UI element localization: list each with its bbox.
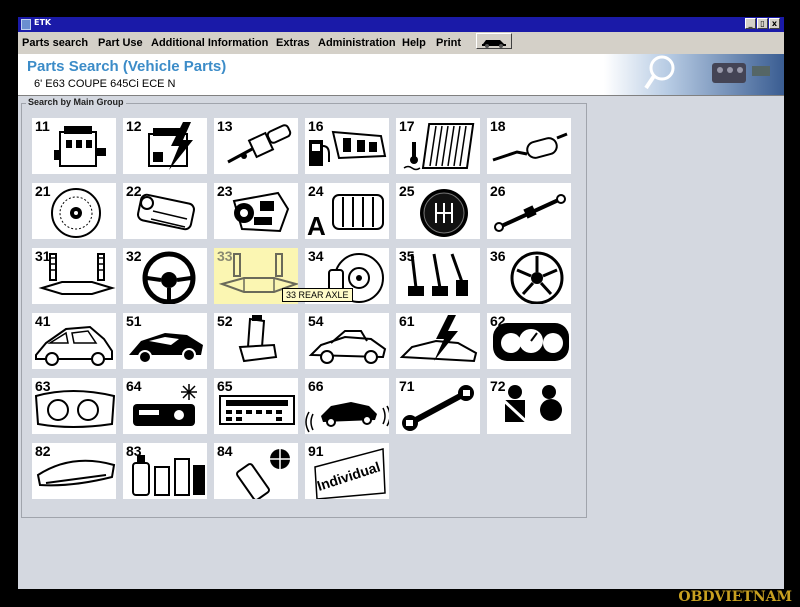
main-group-number: 82 <box>35 443 51 459</box>
main-group-number: 62 <box>490 313 506 329</box>
menu-part-use[interactable]: Part Use <box>98 37 143 49</box>
main-group-number: 63 <box>35 378 51 394</box>
main-group-84-tile[interactable]: 84 <box>214 443 298 499</box>
main-group-number: 31 <box>35 248 51 264</box>
main-group-26-tile[interactable]: 26 <box>487 183 571 239</box>
main-group-18-tile[interactable]: 18 <box>487 118 571 174</box>
vehicle-identification-button[interactable] <box>476 33 512 49</box>
main-group-32-tile[interactable]: 32 <box>123 248 207 304</box>
main-group-number: 61 <box>399 313 415 329</box>
main-group-31-tile[interactable]: 31 <box>32 248 116 304</box>
main-group-number: 33 <box>217 248 233 264</box>
main-group-number: 12 <box>126 118 142 134</box>
main-group-number: 84 <box>217 443 233 459</box>
main-group-61-tile[interactable]: 61 <box>396 313 480 369</box>
main-group-72-tile[interactable]: 72 <box>487 378 571 434</box>
car-icon <box>482 40 506 48</box>
menu-administration[interactable]: Administration <box>318 37 396 49</box>
main-group-number: 66 <box>308 378 324 394</box>
svg-text:A: A <box>307 211 326 239</box>
main-group-71-tile[interactable]: 71 <box>396 378 480 434</box>
main-group-16-tile[interactable]: 16 <box>305 118 389 174</box>
main-group-number: 17 <box>399 118 415 134</box>
menu-extras[interactable]: Extras <box>276 37 310 49</box>
main-group-21-tile[interactable]: 21 <box>32 183 116 239</box>
main-group-number: 23 <box>217 183 233 199</box>
main-group-17-tile[interactable]: 17 <box>396 118 480 174</box>
main-group-91-tile[interactable]: Individual 91 <box>305 443 389 499</box>
main-group-number: 41 <box>35 313 51 329</box>
main-group-number: 34 <box>308 248 324 264</box>
page-header: Parts Search (Vehicle Parts) 6' E63 COUP… <box>18 54 784 96</box>
panel-label: Search by Main Group <box>26 97 126 107</box>
main-group-64-tile[interactable]: 64 <box>123 378 207 434</box>
main-group-number: 18 <box>490 118 506 134</box>
main-group-number: 26 <box>490 183 506 199</box>
menu-additional-information[interactable]: Additional Information <box>151 37 268 49</box>
main-group-51-tile[interactable]: 51 <box>123 313 207 369</box>
hover-tooltip: 33 REAR AXLE <box>282 288 353 302</box>
header-graphic-icon <box>604 54 784 95</box>
main-group-number: 91 <box>308 443 324 459</box>
vehicle-info: 6' E63 COUPE 645Ci ECE N <box>34 78 176 90</box>
main-group-52-tile[interactable]: 52 <box>214 313 298 369</box>
main-group-number: 51 <box>126 313 142 329</box>
page-title: Parts Search (Vehicle Parts) <box>27 58 227 75</box>
main-group-number: 52 <box>217 313 233 329</box>
maximize-button[interactable]: ▯ <box>757 18 768 29</box>
etk-window: ETK _ ▯ x Parts search Part Use Addition… <box>18 17 784 589</box>
main-group-65-tile[interactable]: 65 <box>214 378 298 434</box>
main-group-number: 21 <box>35 183 51 199</box>
main-group-number: 83 <box>126 443 142 459</box>
menu-bar: Parts search Part Use Additional Informa… <box>18 32 784 53</box>
main-group-41-tile[interactable]: 41 <box>32 313 116 369</box>
main-group-number: 36 <box>490 248 506 264</box>
main-group-13-tile[interactable]: 13 <box>214 118 298 174</box>
menu-help[interactable]: Help <box>402 37 426 49</box>
window-title: ETK <box>34 18 52 27</box>
main-group-number: 13 <box>217 118 233 134</box>
main-group-66-tile[interactable]: 66 <box>305 378 389 434</box>
main-group-12-tile[interactable]: 12 <box>123 118 207 174</box>
menu-parts-search[interactable]: Parts search <box>22 37 88 49</box>
main-group-number: 24 <box>308 183 324 199</box>
main-group-63-tile[interactable]: 63 <box>32 378 116 434</box>
minimize-button[interactable]: _ <box>745 18 756 29</box>
main-group-number: 65 <box>217 378 233 394</box>
main-group-number: 16 <box>308 118 324 134</box>
main-group-number: 22 <box>126 183 142 199</box>
main-group-23-tile[interactable]: 23 <box>214 183 298 239</box>
main-group-number: 35 <box>399 248 415 264</box>
main-group-35-tile[interactable]: 35 <box>396 248 480 304</box>
main-group-25-tile[interactable]: 25 <box>396 183 480 239</box>
main-group-number: 11 <box>35 118 50 134</box>
watermark-text: OBDVIETNAM <box>678 589 792 605</box>
menu-print[interactable]: Print <box>436 37 461 49</box>
main-workspace: Search by Main Group 11 12 13 16 17 18 21 22 23 A… <box>18 96 784 589</box>
main-group-54-tile[interactable]: 54 <box>305 313 389 369</box>
main-group-62-tile[interactable]: 62 <box>487 313 571 369</box>
main-group-24-tile[interactable]: A 24 <box>305 183 389 239</box>
main-group-panel: Search by Main Group 11 12 13 16 17 18 21 22 23 A… <box>21 97 587 518</box>
main-group-number: 72 <box>490 378 506 394</box>
main-group-82-tile[interactable]: 82 <box>32 443 116 499</box>
main-group-number: 71 <box>399 378 415 394</box>
main-group-83-tile[interactable]: 83 <box>123 443 207 499</box>
main-group-number: 25 <box>399 183 415 199</box>
title-bar[interactable]: ETK _ ▯ x <box>18 17 784 32</box>
main-group-22-tile[interactable]: 22 <box>123 183 207 239</box>
close-button[interactable]: x <box>769 18 780 29</box>
main-group-number: 32 <box>126 248 142 264</box>
etk-app-icon <box>21 19 31 30</box>
main-group-number: 64 <box>126 378 142 394</box>
main-group-11-tile[interactable]: 11 <box>32 118 116 174</box>
main-group-36-tile[interactable]: 36 <box>487 248 571 304</box>
main-group-number: 54 <box>308 313 324 329</box>
